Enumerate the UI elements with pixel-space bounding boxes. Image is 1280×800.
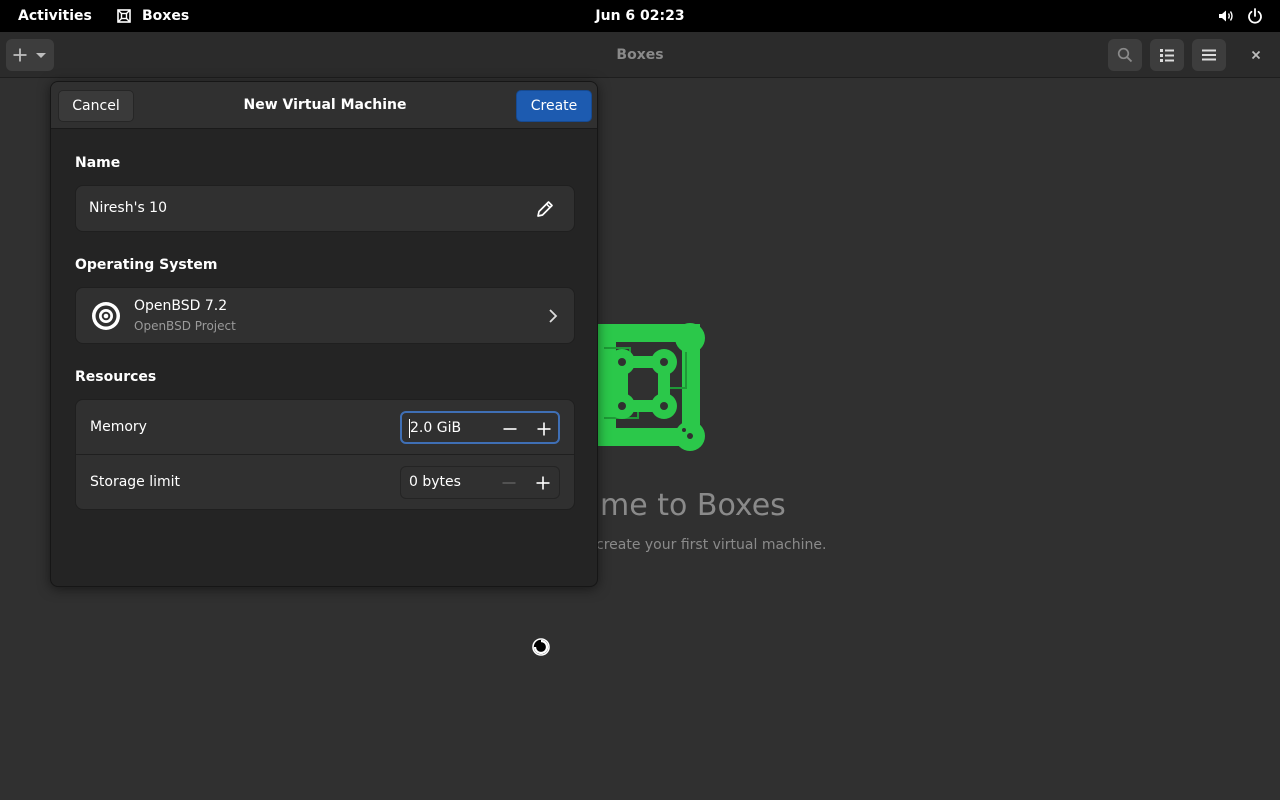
header-bar: Boxes bbox=[0, 32, 1280, 78]
memory-decrease-button[interactable] bbox=[492, 413, 526, 444]
app-menu-label: Boxes bbox=[142, 8, 190, 24]
resources-list: Memory 2.0 GiB Storage limit 0 bytes bbox=[75, 399, 575, 510]
plus-icon bbox=[536, 476, 550, 490]
welcome-title: me to Boxes bbox=[600, 488, 786, 523]
main-menu-button[interactable] bbox=[1192, 39, 1226, 71]
name-section-label: Name bbox=[75, 155, 121, 171]
storage-limit-label: Storage limit bbox=[90, 474, 181, 490]
new-vm-menu-button[interactable] bbox=[6, 39, 54, 71]
new-vm-dialog: Cancel New Virtual Machine Create Name N… bbox=[50, 81, 598, 587]
memory-increase-button[interactable] bbox=[526, 413, 560, 444]
storage-limit-spinbutton[interactable]: 0 bytes bbox=[400, 466, 560, 499]
volume-icon[interactable] bbox=[1217, 7, 1235, 25]
list-view-icon bbox=[1160, 49, 1174, 62]
window-title: Boxes bbox=[616, 47, 664, 63]
memory-value[interactable]: 2.0 GiB bbox=[410, 413, 461, 444]
busy-cursor-icon bbox=[532, 638, 550, 656]
plus-icon bbox=[537, 422, 551, 436]
create-button[interactable]: Create bbox=[516, 90, 592, 122]
search-button[interactable] bbox=[1108, 39, 1142, 71]
boxes-app-icon bbox=[117, 9, 131, 23]
welcome-subtitle: create your first virtual machine. bbox=[596, 537, 827, 553]
storage-limit-row: Storage limit 0 bytes bbox=[76, 455, 574, 510]
search-icon bbox=[1117, 47, 1133, 63]
os-selector-row[interactable]: OpenBSD 7.2 OpenBSD Project bbox=[75, 287, 575, 344]
os-disc-icon bbox=[92, 302, 120, 330]
resources-section-label: Resources bbox=[75, 369, 157, 385]
memory-label: Memory bbox=[90, 419, 147, 435]
storage-limit-value[interactable]: 0 bytes bbox=[409, 467, 461, 498]
dropdown-arrow-icon bbox=[36, 53, 46, 58]
close-icon[interactable] bbox=[1244, 43, 1268, 67]
memory-spinbutton[interactable]: 2.0 GiB bbox=[400, 411, 560, 444]
hamburger-menu-icon bbox=[1202, 49, 1216, 61]
minus-icon bbox=[503, 428, 517, 430]
dialog-header: Cancel New Virtual Machine Create bbox=[51, 82, 597, 129]
storage-decrease-button bbox=[491, 467, 525, 498]
activities-button[interactable]: Activities bbox=[18, 0, 92, 32]
name-field[interactable]: Niresh's 10 bbox=[75, 185, 575, 232]
top-bar: Activities Boxes Jun 6 02:23 bbox=[0, 0, 1280, 32]
clock[interactable]: Jun 6 02:23 bbox=[560, 0, 720, 32]
power-icon[interactable] bbox=[1246, 7, 1264, 25]
os-vendor: OpenBSD Project bbox=[134, 319, 236, 333]
cancel-button[interactable]: Cancel bbox=[58, 90, 134, 122]
dialog-title: New Virtual Machine bbox=[243, 97, 407, 113]
plus-icon bbox=[13, 48, 27, 62]
list-view-button[interactable] bbox=[1150, 39, 1184, 71]
memory-row: Memory 2.0 GiB bbox=[76, 400, 574, 455]
minus-icon bbox=[502, 482, 516, 484]
os-section-label: Operating System bbox=[75, 257, 218, 273]
os-name: OpenBSD 7.2 bbox=[134, 298, 228, 314]
storage-increase-button[interactable] bbox=[525, 467, 559, 498]
name-value: Niresh's 10 bbox=[89, 200, 167, 216]
chevron-right-icon bbox=[549, 309, 558, 323]
pencil-icon[interactable] bbox=[534, 198, 556, 220]
